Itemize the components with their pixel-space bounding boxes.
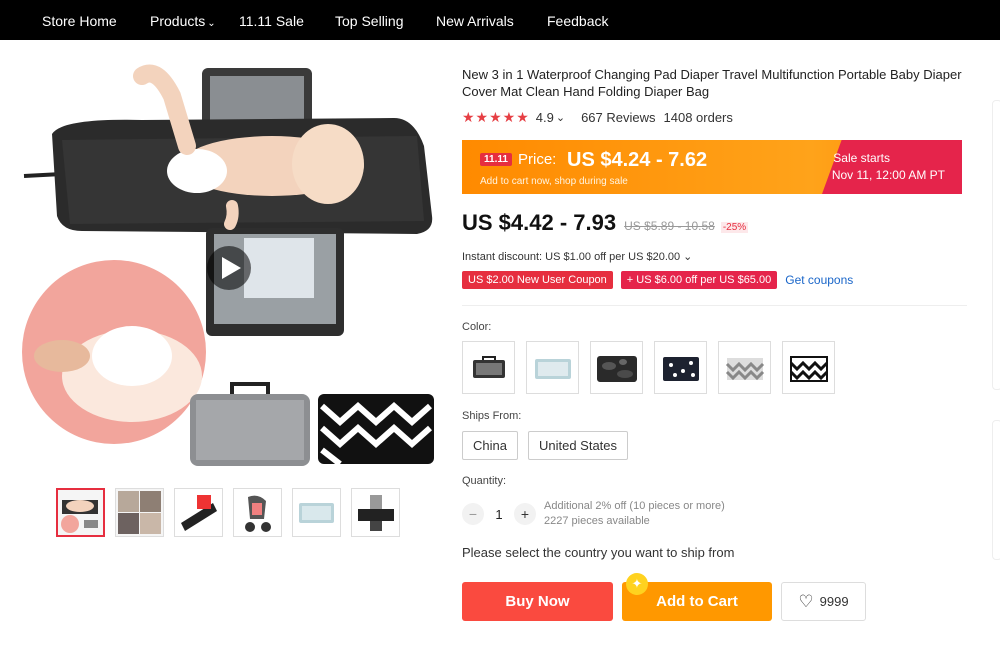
- quantity-increase-button[interactable]: +: [514, 503, 536, 525]
- banner-price-label: Price:: [518, 151, 557, 168]
- ship-country-notice: Please select the country you want to sh…: [462, 545, 735, 560]
- color-options: [462, 341, 835, 394]
- quantity-stepper: − 1 + Additional 2% off (10 pieces or mo…: [462, 499, 725, 529]
- thumbnail-4[interactable]: [233, 488, 282, 537]
- nav-products[interactable]: Products ⌄: [150, 13, 216, 29]
- divider: [462, 305, 967, 306]
- get-coupons-link[interactable]: Get coupons: [785, 273, 853, 287]
- sale-tag: 11.11: [480, 153, 512, 166]
- side-panel-edge: [992, 420, 1000, 560]
- ships-from-options: China United States: [462, 431, 629, 460]
- sale-banner: 11.11 Price: US $4.24 - 7.62 Add to cart…: [462, 140, 962, 194]
- new-user-coupon[interactable]: US $2.00 New User Coupon: [462, 271, 613, 289]
- thumbnail-5[interactable]: [292, 488, 341, 537]
- pieces-available-text: 2227 pieces available: [544, 515, 650, 527]
- instant-discount[interactable]: Instant discount: US $1.00 off per US $2…: [462, 250, 692, 263]
- sale-starts-label: Sale starts: [833, 151, 890, 165]
- orders-count: 1408 orders: [663, 110, 733, 125]
- sale-countdown-box: [822, 140, 962, 194]
- thumbnail-strip: [56, 488, 400, 537]
- nav-products-label: Products: [150, 13, 206, 29]
- color-swatch-grey-chevron[interactable]: [718, 341, 771, 394]
- store-coupon[interactable]: + US $6.00 off per US $65.00: [620, 271, 778, 289]
- nav-top-selling[interactable]: Top Selling: [335, 13, 404, 29]
- ships-from-label: Ships From:: [462, 410, 522, 422]
- buy-now-button[interactable]: Buy Now: [462, 582, 613, 621]
- heart-icon: ♡: [798, 591, 814, 611]
- quantity-decrease-button[interactable]: −: [462, 503, 484, 525]
- quantity-info: Additional 2% off (10 pieces or more) 22…: [544, 499, 725, 529]
- ships-from-united-states[interactable]: United States: [527, 431, 629, 460]
- chevron-down-icon[interactable]: ⌄: [556, 111, 565, 124]
- banner-price: US $4.24 - 7.62: [567, 149, 708, 171]
- rating-value[interactable]: 4.9: [536, 110, 554, 125]
- quantity-value[interactable]: 1: [484, 507, 514, 522]
- wishlist-button[interactable]: ♡ 9999: [781, 582, 866, 621]
- quantity-label: Quantity:: [462, 475, 507, 487]
- nav-sale[interactable]: 11.11 Sale: [239, 13, 304, 29]
- original-price: US $5.89 - 10.58: [624, 219, 715, 233]
- product-title: New 3 in 1 Waterproof Changing Pad Diape…: [462, 67, 962, 99]
- color-swatch-camo[interactable]: [590, 341, 643, 394]
- rating-row: ★★★★★ 4.9 ⌄ 667 Reviews 1408 orders: [462, 109, 733, 126]
- wishlist-count: 9999: [819, 594, 849, 609]
- coupon-row: US $2.00 New User Coupon + US $6.00 off …: [462, 271, 853, 289]
- nav-new-arrivals[interactable]: New Arrivals: [436, 13, 514, 29]
- color-swatch-light-blue[interactable]: [526, 341, 579, 394]
- current-price: US $4.42 - 7.93: [462, 210, 617, 235]
- price-row: US $4.42 - 7.93 US $5.89 - 10.58 -25%: [462, 210, 749, 236]
- nav-store-home[interactable]: Store Home: [42, 13, 117, 29]
- color-swatch-black-chevron[interactable]: [782, 341, 835, 394]
- product-illustration: [22, 64, 434, 467]
- color-swatch-star-print[interactable]: [654, 341, 707, 394]
- chevron-down-icon: ⌄: [207, 18, 216, 29]
- ships-from-china[interactable]: China: [462, 431, 518, 460]
- side-panel-edge: [992, 100, 1000, 390]
- banner-subtitle: Add to cart now, shop during sale: [480, 176, 628, 187]
- color-swatch-black[interactable]: [462, 341, 515, 394]
- bulk-discount-text: Additional 2% off (10 pieces or more): [544, 500, 725, 512]
- sparkle-icon: ✦: [626, 573, 648, 595]
- thumbnail-6[interactable]: [351, 488, 400, 537]
- thumbnail-3[interactable]: [174, 488, 223, 537]
- sale-start-time: Nov 11, 12:00 AM PT: [831, 168, 945, 182]
- discount-badge: -25%: [720, 222, 749, 233]
- star-icon: ★★★★★: [462, 109, 530, 125]
- thumbnail-1[interactable]: [56, 488, 105, 537]
- color-label: Color:: [462, 321, 492, 333]
- product-main-image[interactable]: [22, 56, 442, 476]
- reviews-count[interactable]: 667 Reviews: [581, 110, 655, 125]
- nav-feedback[interactable]: Feedback: [547, 13, 608, 29]
- top-navigation: Store Home Products ⌄ 11.11 Sale Top Sell…: [0, 0, 1000, 40]
- thumbnail-2[interactable]: [115, 488, 164, 537]
